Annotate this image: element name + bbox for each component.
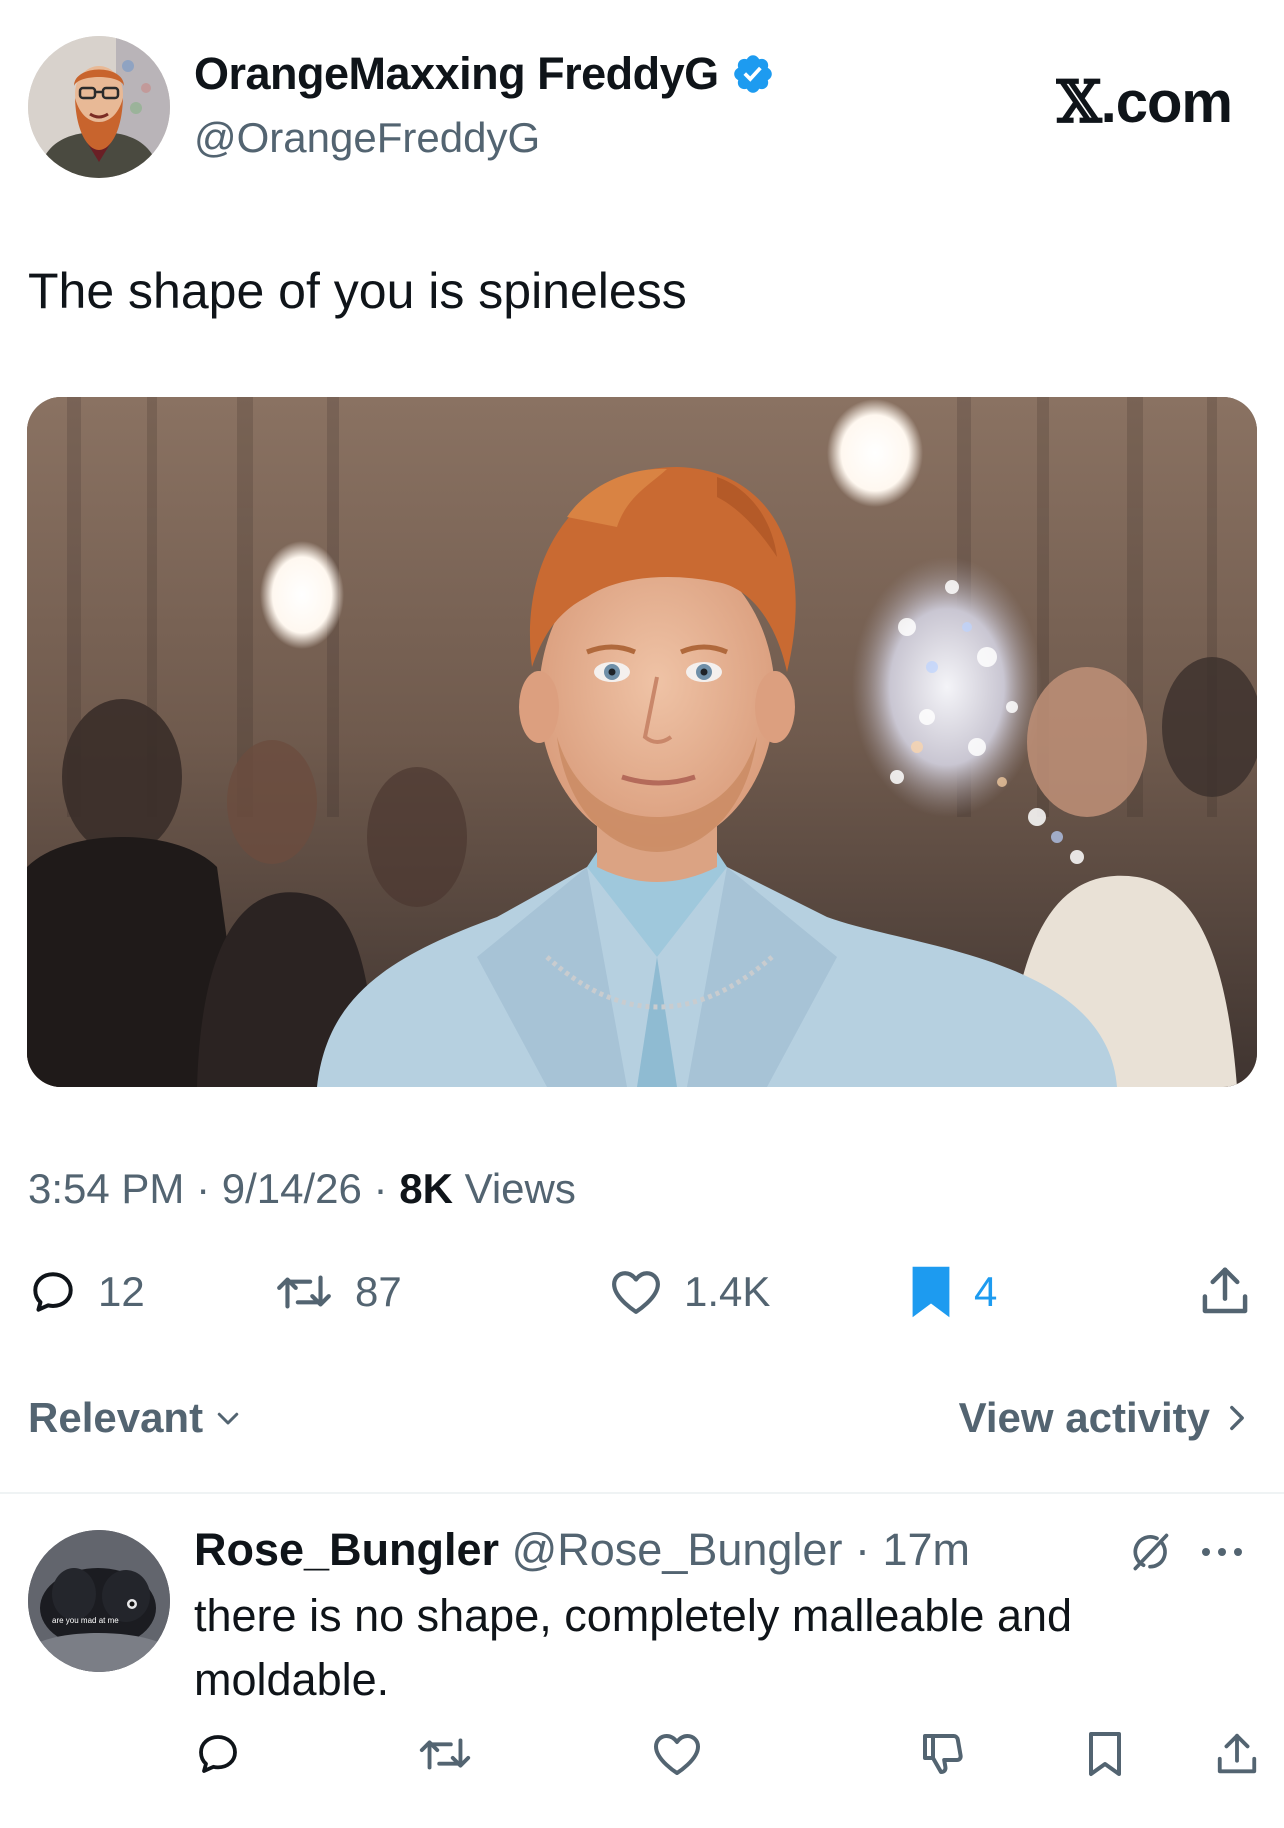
reply-tools — [1128, 1530, 1246, 1574]
reply-count: 12 — [98, 1268, 145, 1315]
brand-logo: 𝕏 .com — [1056, 68, 1233, 136]
reply-share-icon[interactable] — [1214, 1730, 1260, 1780]
chevron-right-icon — [1224, 1401, 1250, 1435]
author-name-text: OrangeMaxxing FreddyG — [194, 48, 719, 99]
view-activity-label: View activity — [958, 1394, 1210, 1441]
reply-repost-icon[interactable] — [416, 1730, 474, 1778]
repost-count: 87 — [355, 1268, 402, 1315]
tweet-text: The shape of you is spineless — [28, 263, 687, 319]
author-avatar[interactable] — [28, 36, 170, 178]
verified-badge-icon — [731, 52, 775, 96]
reply-author-avatar[interactable]: are you mad at me — [28, 1530, 170, 1672]
reply-bookmark-icon[interactable] — [1084, 1730, 1126, 1778]
tweet-media-photo[interactable] — [27, 397, 1257, 1087]
repost-icon — [273, 1267, 335, 1317]
brand-domain: .com — [1100, 69, 1233, 135]
x-logo-icon: 𝕏 — [1056, 68, 1102, 136]
reply-age[interactable]: 17m — [882, 1524, 970, 1575]
grok-icon[interactable] — [1128, 1530, 1172, 1574]
reply-heart-icon[interactable] — [650, 1730, 704, 1778]
bookmark-filled-icon — [908, 1264, 954, 1320]
reply-sort-dropdown[interactable]: Relevant — [28, 1394, 243, 1442]
views-label: Views — [452, 1165, 576, 1212]
chevron-down-icon — [213, 1403, 243, 1433]
dislike-icon[interactable] — [918, 1730, 968, 1778]
tweet-meta: 3:54 PM · 9/14/26 · 8K Views — [28, 1165, 576, 1213]
reply-header: Rose_Bungler @Rose_Bungler · 17m — [194, 1524, 970, 1576]
like-button[interactable]: 1.4K — [608, 1262, 770, 1322]
avatar-caption: are you mad at me — [52, 1616, 119, 1625]
reply-icon — [28, 1267, 78, 1317]
author-display-name[interactable]: OrangeMaxxing FreddyG — [194, 48, 775, 100]
reply-text: there is no shape, completely malleable … — [194, 1590, 1073, 1705]
reply-action-bar — [194, 1730, 1262, 1780]
tweet-action-bar: 12 87 1.4K 4 — [28, 1262, 1256, 1322]
like-count: 1.4K — [684, 1268, 771, 1315]
heart-icon — [608, 1267, 664, 1317]
views-count: 8K — [399, 1165, 453, 1212]
repost-button[interactable]: 87 — [273, 1262, 402, 1322]
author-handle[interactable]: @OrangeFreddyG — [194, 114, 540, 162]
meta-separator: · — [361, 1165, 400, 1212]
tweet-time[interactable]: 3:54 PM — [28, 1165, 184, 1212]
meta-separator: · — [842, 1524, 883, 1575]
view-activity-link[interactable]: View activity — [959, 1394, 1250, 1442]
bookmark-count: 4 — [974, 1268, 998, 1315]
bookmark-button[interactable]: 4 — [908, 1262, 997, 1322]
section-divider — [0, 1492, 1284, 1494]
reply-button[interactable]: 12 — [28, 1262, 145, 1322]
reply-reply-icon[interactable] — [194, 1730, 242, 1778]
meta-separator: · — [184, 1165, 222, 1212]
share-button[interactable] — [1198, 1262, 1252, 1322]
tweet-date[interactable]: 9/14/26 — [222, 1165, 362, 1212]
share-icon — [1198, 1263, 1252, 1321]
reply-author-handle[interactable]: @Rose_Bungler — [499, 1524, 843, 1575]
sort-label: Relevant — [28, 1394, 204, 1441]
more-icon[interactable] — [1198, 1545, 1246, 1559]
reply-author-name[interactable]: Rose_Bungler — [194, 1524, 499, 1575]
